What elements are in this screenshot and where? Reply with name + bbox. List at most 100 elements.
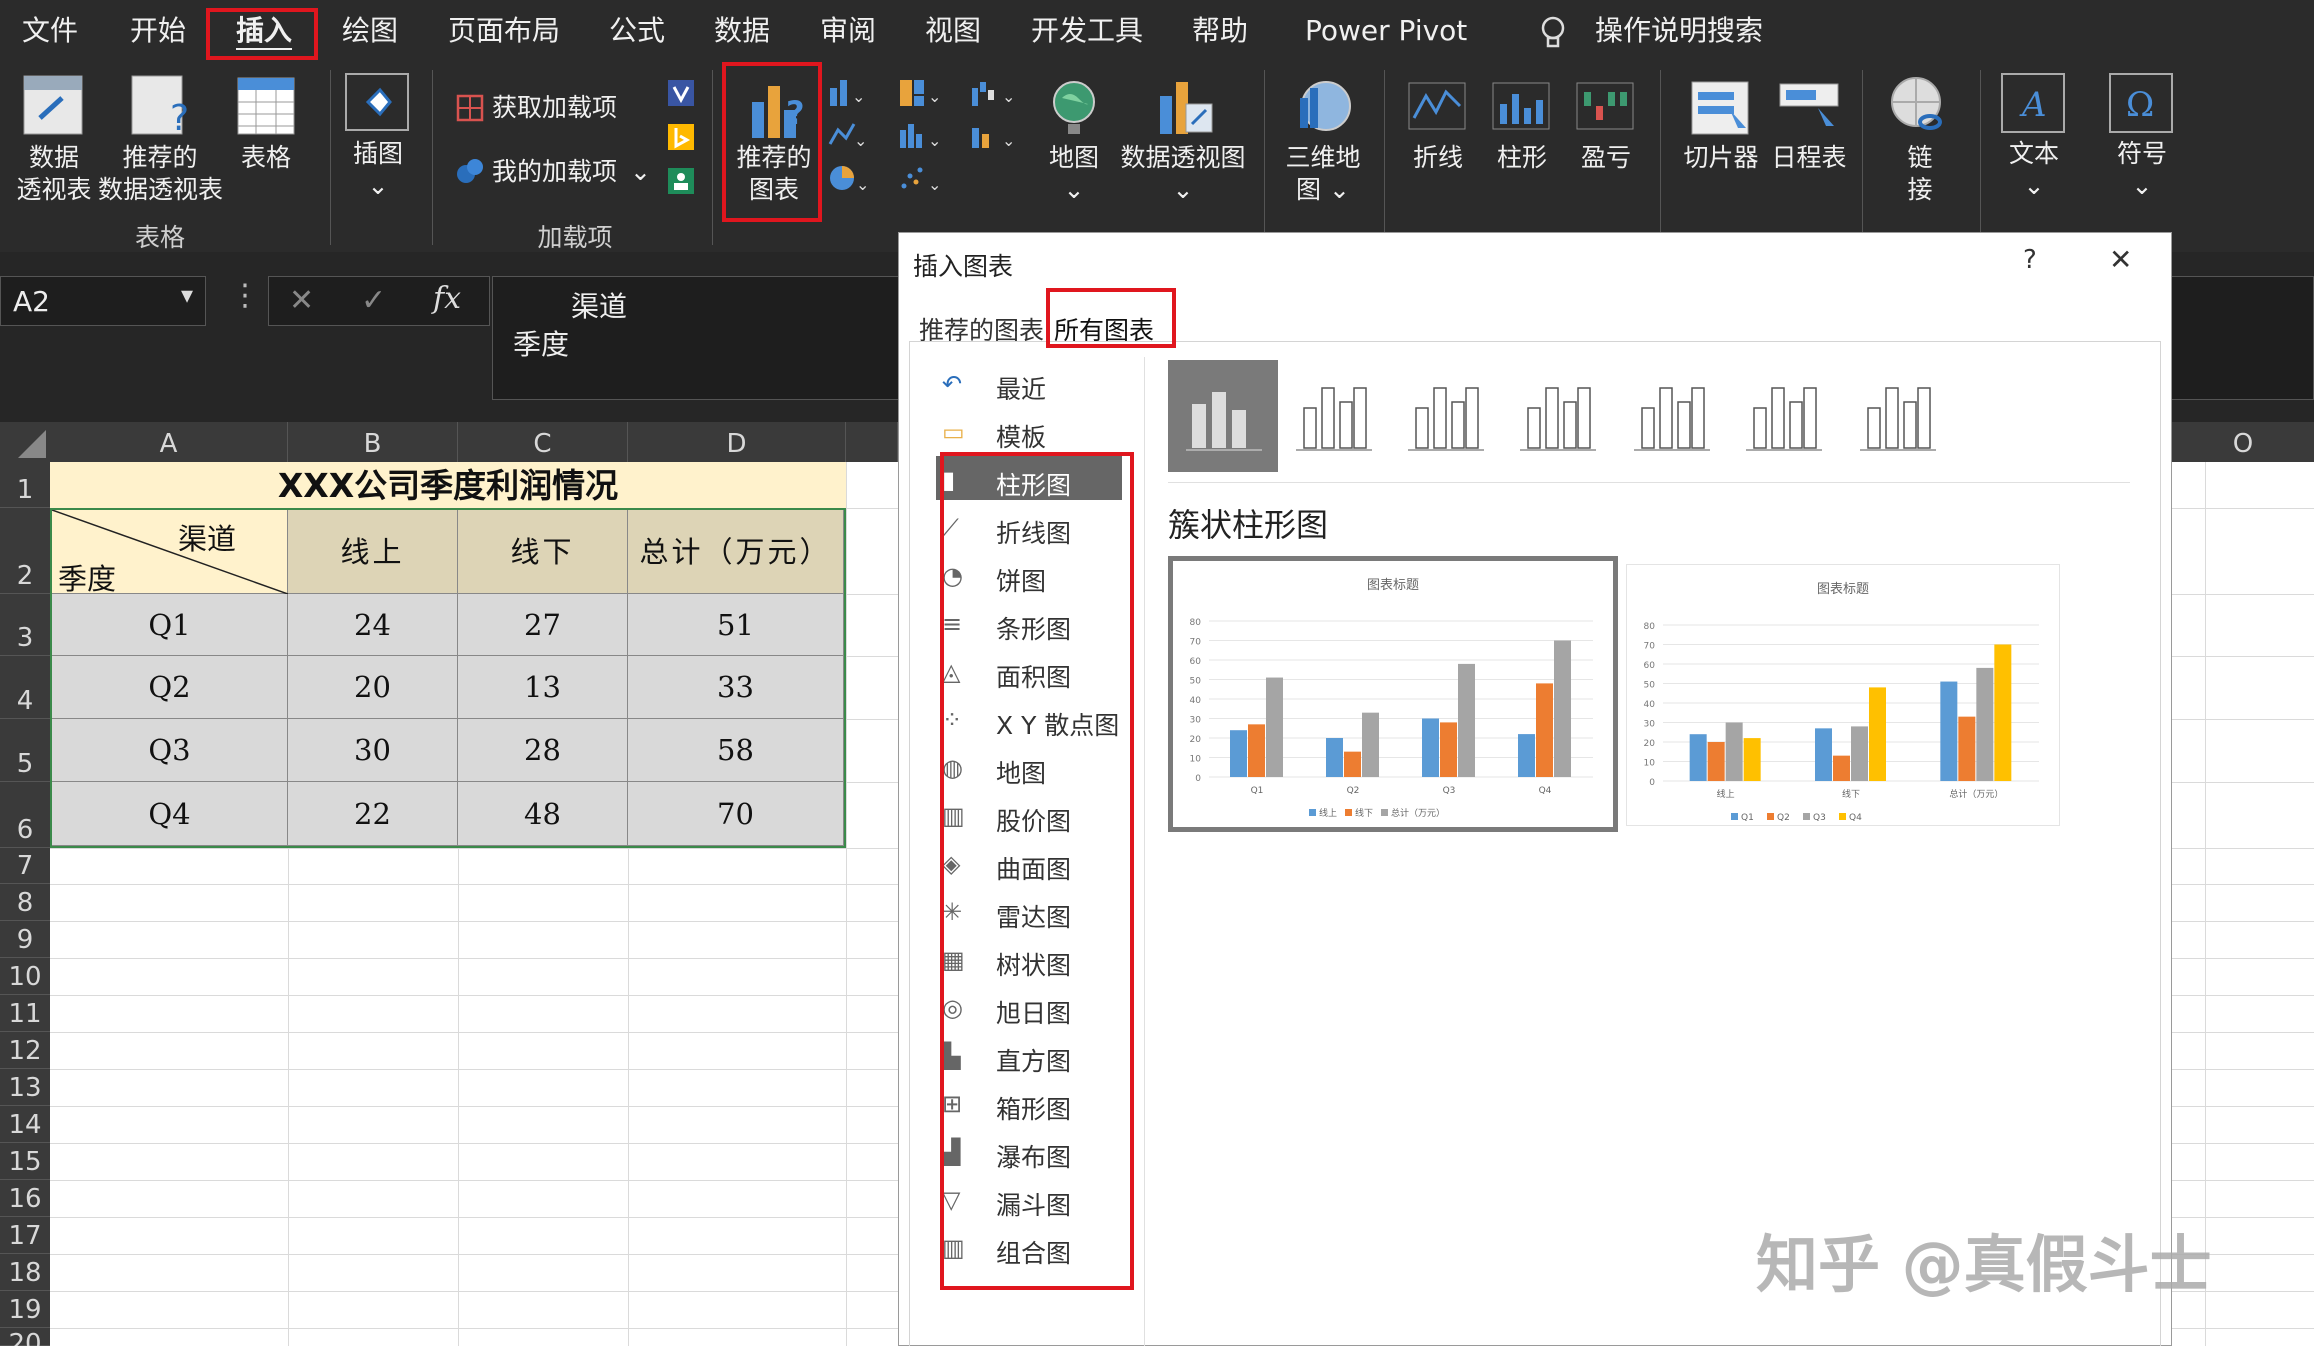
- line-chart-icon[interactable]: ⌄: [828, 120, 870, 150]
- preview-2[interactable]: 图表标题 80 70 60 50 40 30 20 10 0 线上 线下 总计（万元） Q1 Q2 Q3 Q4: [1626, 564, 2060, 826]
- scatter-chart-icon[interactable]: ⌄: [898, 162, 944, 194]
- menu-formulas[interactable]: 公式: [609, 0, 665, 62]
- chart-subtype-1[interactable]: [1292, 374, 1376, 458]
- get-addins-button[interactable]: 获取加载项: [492, 92, 617, 124]
- table-button[interactable]: 表格: [228, 142, 304, 174]
- more-options-icon[interactable]: ⋮: [230, 278, 260, 313]
- col-header-o[interactable]: O: [2172, 422, 2314, 462]
- col-header-d[interactable]: D: [628, 422, 846, 462]
- header-diag-cell[interactable]: 渠道 季度: [52, 510, 288, 596]
- value-cell[interactable]: 27: [458, 594, 628, 656]
- enter-icon[interactable]: ✓: [361, 283, 386, 318]
- row-header-13[interactable]: 13: [0, 1069, 50, 1106]
- value-cell[interactable]: 24: [288, 594, 458, 656]
- timeline-button[interactable]: 日程表: [1768, 142, 1850, 174]
- hierarchy-chart-icon[interactable]: ⌄: [898, 78, 944, 108]
- title-cell[interactable]: XXX公司季度利润情况: [50, 462, 846, 508]
- menu-page-layout[interactable]: 页面布局: [448, 0, 560, 62]
- row-header-15[interactable]: 15: [0, 1143, 50, 1180]
- menu-power-pivot[interactable]: Power Pivot: [1305, 0, 1467, 62]
- value-cell[interactable]: 20: [288, 656, 458, 719]
- combo-chart-icon[interactable]: ⌄: [970, 120, 1020, 150]
- value-cell[interactable]: 30: [288, 719, 458, 782]
- row-header-9[interactable]: 9: [0, 921, 50, 958]
- quarter-cell[interactable]: Q1: [52, 594, 288, 656]
- cancel-icon[interactable]: ✕: [289, 283, 314, 318]
- value-cell[interactable]: 22: [288, 782, 458, 846]
- map-button[interactable]: 地图 ⌄: [1034, 142, 1114, 206]
- row-header-17[interactable]: 17: [0, 1217, 50, 1254]
- pie-chart-icon[interactable]: ⌄: [828, 162, 870, 194]
- header-cell-1[interactable]: 线上: [288, 510, 458, 594]
- value-cell[interactable]: 13: [458, 656, 628, 719]
- select-all-corner[interactable]: [0, 422, 50, 462]
- quarter-cell[interactable]: Q3: [52, 719, 288, 782]
- chart-subtype-0[interactable]: [1182, 374, 1266, 458]
- insert-function-icon[interactable]: fx: [433, 281, 461, 316]
- col-header-e[interactable]: [846, 422, 898, 462]
- help-button[interactable]: ?: [2023, 245, 2037, 275]
- value-cell[interactable]: 58: [628, 719, 844, 782]
- row-header-16[interactable]: 16: [0, 1180, 50, 1217]
- row-header-11[interactable]: 11: [0, 995, 50, 1032]
- value-cell[interactable]: 28: [458, 719, 628, 782]
- pivot-chart-button[interactable]: 数据透视图 ⌄: [1118, 142, 1248, 206]
- link-button[interactable]: 链接: [1896, 142, 1944, 206]
- row-header-19[interactable]: 19: [0, 1291, 50, 1328]
- chart-type-1[interactable]: 模板: [996, 418, 1046, 454]
- sparkline-line-button[interactable]: 折线: [1408, 142, 1468, 174]
- row-header-10[interactable]: 10: [0, 958, 50, 995]
- row-header-20[interactable]: 20: [0, 1328, 50, 1346]
- menu-developer[interactable]: 开发工具: [1031, 0, 1143, 62]
- menu-view[interactable]: 视图: [925, 0, 981, 62]
- sparkline-winloss-button[interactable]: 盈亏: [1576, 142, 1636, 174]
- chart-subtype-6[interactable]: [1856, 374, 1940, 458]
- symbol-button[interactable]: 符号 ⌄: [2104, 138, 2180, 202]
- chart-subtype-3[interactable]: [1516, 374, 1600, 458]
- menu-review[interactable]: 审阅: [820, 0, 876, 62]
- waterfall-chart-icon[interactable]: ⌄: [970, 78, 1020, 108]
- value-cell[interactable]: 48: [458, 782, 628, 846]
- value-cell[interactable]: 33: [628, 656, 844, 719]
- menu-help[interactable]: 帮助: [1192, 0, 1248, 62]
- chart-subtype-4[interactable]: [1630, 374, 1714, 458]
- my-addins-dropdown[interactable]: ⌄: [630, 156, 651, 188]
- row-header-14[interactable]: 14: [0, 1106, 50, 1143]
- statistic-chart-icon[interactable]: ⌄: [898, 120, 944, 150]
- name-box-dropdown-icon[interactable]: ▾: [181, 281, 193, 309]
- row-header-18[interactable]: 18: [0, 1254, 50, 1291]
- chart-type-0[interactable]: 最近: [996, 370, 1046, 406]
- pivot-table-button[interactable]: 数据 透视表: [12, 142, 96, 206]
- chart-subtype-2[interactable]: [1404, 374, 1488, 458]
- col-header-b[interactable]: B: [288, 422, 458, 462]
- slicer-button[interactable]: 切片器: [1680, 142, 1762, 174]
- text-button[interactable]: 文本 ⌄: [1996, 138, 2072, 202]
- tell-me-search[interactable]: 操作说明搜索: [1595, 0, 1763, 62]
- row-header-5[interactable]: 5: [0, 719, 50, 782]
- row-header-6[interactable]: 6: [0, 782, 50, 848]
- chart-subtype-5[interactable]: [1742, 374, 1826, 458]
- quarter-cell[interactable]: Q4: [52, 782, 288, 846]
- sparkline-column-button[interactable]: 柱形: [1492, 142, 1552, 174]
- row-header-7[interactable]: 7: [0, 848, 50, 884]
- recommended-pivot-button[interactable]: 推荐的 数据透视表: [98, 142, 223, 206]
- menu-home[interactable]: 开始: [130, 0, 186, 62]
- preview-1[interactable]: 图表标题 80 70 60 50 40 30 20 10 0 Q1 Q2 Q3 Q4 线上 线下 总计（万元）: [1168, 556, 1618, 832]
- value-cell[interactable]: 70: [628, 782, 844, 846]
- row-header-1[interactable]: 1: [0, 462, 50, 508]
- menu-file[interactable]: 文件: [22, 0, 78, 62]
- header-cell-2[interactable]: 线下: [458, 510, 628, 594]
- my-addins-button[interactable]: 我的加载项: [492, 156, 617, 188]
- quarter-cell[interactable]: Q2: [52, 656, 288, 719]
- close-button[interactable]: ✕: [2109, 243, 2132, 276]
- row-header-3[interactable]: 3: [0, 594, 50, 656]
- row-header-12[interactable]: 12: [0, 1032, 50, 1069]
- col-header-a[interactable]: A: [50, 422, 288, 462]
- column-chart-icon[interactable]: ⌄: [828, 78, 870, 108]
- 3d-map-button[interactable]: 三维地图 ⌄: [1278, 142, 1368, 206]
- menu-draw[interactable]: 绘图: [342, 0, 398, 62]
- name-box[interactable]: A2 ▾: [0, 276, 206, 326]
- menu-data[interactable]: 数据: [714, 0, 770, 62]
- col-header-c[interactable]: C: [458, 422, 628, 462]
- row-header-2[interactable]: 2: [0, 508, 50, 594]
